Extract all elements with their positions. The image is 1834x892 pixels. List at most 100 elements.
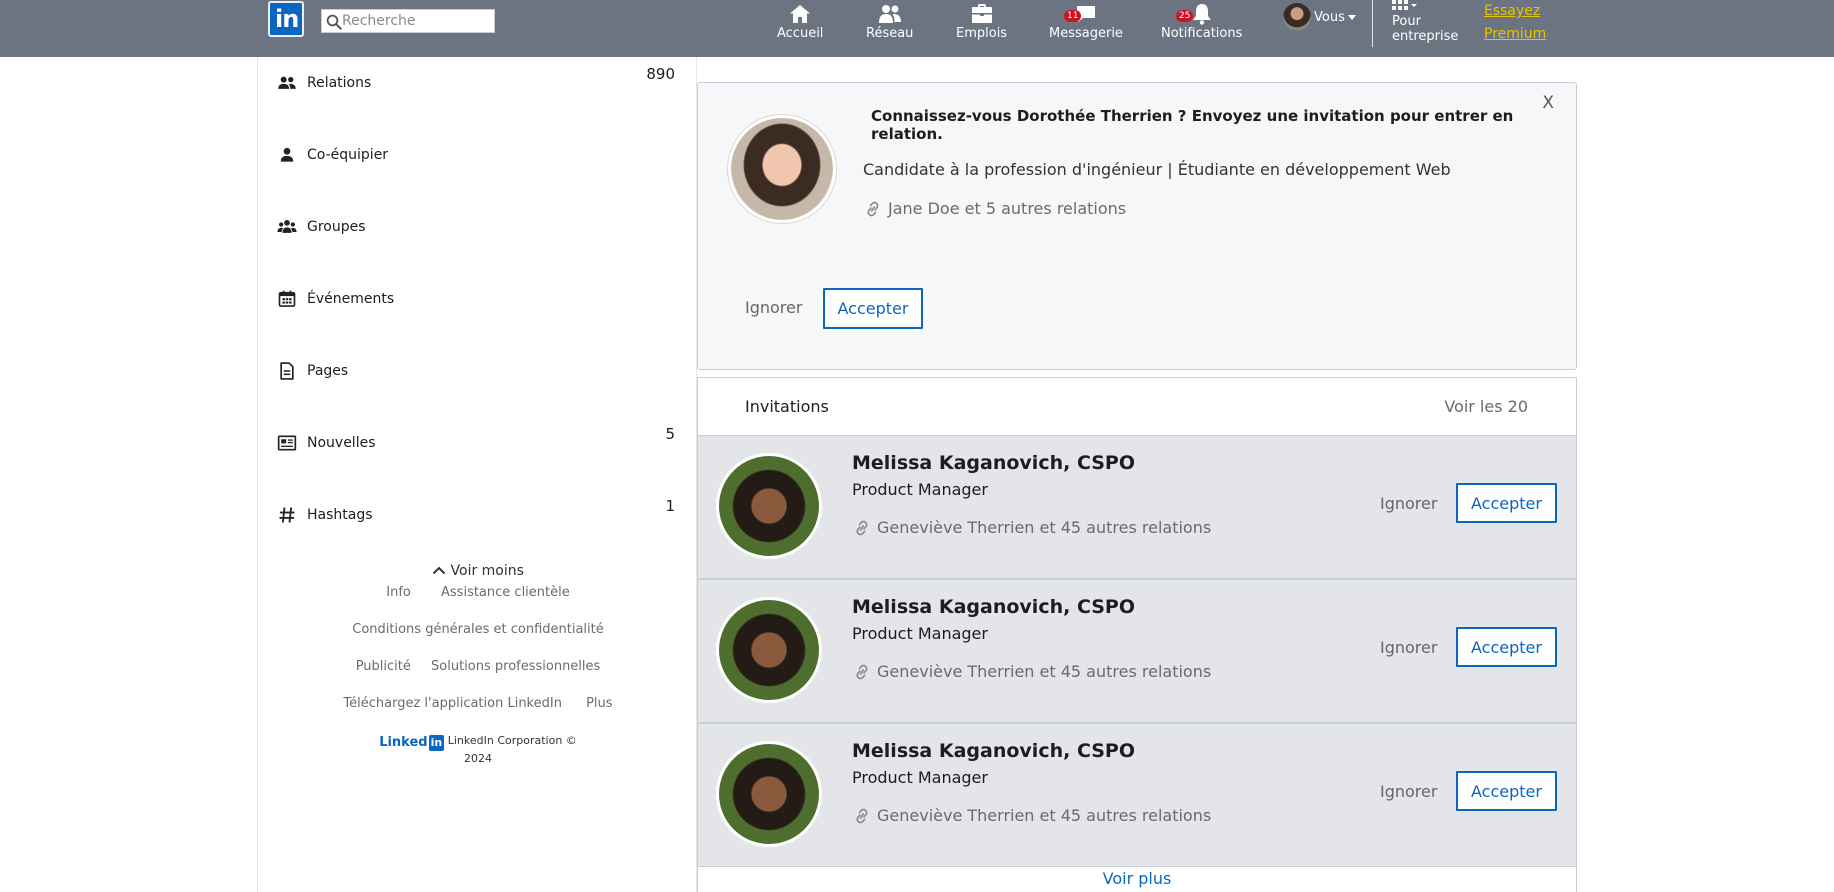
chevron-up-icon (432, 566, 446, 575)
footer-link-business-solutions[interactable]: Solutions professionnelles (431, 659, 600, 674)
see-all-invitations-link[interactable]: Voir les 20 (1444, 397, 1528, 416)
me-menu[interactable]: Vous (1283, 3, 1356, 31)
person-icon (280, 147, 294, 162)
logo-text: in (275, 5, 299, 33)
suggestion-profile-photo[interactable] (728, 115, 836, 223)
sidebar-item-news[interactable]: Nouvelles (277, 431, 677, 455)
invitations-title: Invitations (745, 397, 829, 416)
invitation-mutual-connections: Geneviève Therrien et 45 autres relation… (852, 806, 1211, 825)
link-icon (867, 201, 879, 216)
notifications-badge: 25 (1176, 10, 1194, 22)
suggestion-headline: Connaissez-vous Dorothée Therrien ? Envo… (871, 107, 1514, 143)
invitation-job: Product Manager (852, 768, 988, 787)
see-less-button[interactable]: Voir moins (258, 563, 698, 579)
page-icon (280, 362, 294, 380)
sidebar-item-events[interactable]: Événements (277, 287, 677, 311)
calendar-icon (278, 290, 296, 307)
sidebar-item-groups[interactable]: Groupes (277, 215, 677, 239)
copyright: Linked in LinkedIn Corporation © 2024 (258, 733, 698, 767)
invitation-ignore-button[interactable]: Ignorer (1380, 782, 1437, 801)
premium-line2: Premium (1484, 26, 1547, 42)
sidebar-item-pages[interactable]: Pages (277, 359, 677, 383)
invitation-row: Melissa Kaganovich, CSPO Product Manager… (697, 435, 1577, 579)
linkedin-wordmark-icon: Linked in (379, 735, 445, 751)
sidebar: Relations 890 Co-équipier Groupes Événem… (257, 57, 697, 892)
search-input[interactable] (342, 11, 492, 31)
invitation-ignore-button[interactable]: Ignorer (1380, 638, 1437, 657)
sidebar-item-relations[interactable]: Relations (277, 71, 677, 95)
invitation-mutual-connections: Geneviève Therrien et 45 autres relation… (852, 662, 1211, 681)
search-box (321, 9, 495, 33)
suggestion-mutual-connections: Jane Doe et 5 autres relations (863, 199, 1126, 218)
invitation-accept-button[interactable]: Accepter (1456, 627, 1557, 667)
copyright-line2: 2024 (464, 752, 492, 765)
footer-row-2: Conditions générales et confidentialité (258, 622, 698, 637)
nav-divider (1372, 0, 1373, 47)
nav-home[interactable]: Accueil (777, 1, 823, 53)
newspaper-icon (277, 435, 297, 451)
relations-count: 890 (646, 65, 675, 83)
copyright-line1: LinkedIn Corporation © (447, 734, 577, 747)
wordmark-box: in (428, 735, 445, 751)
try-premium-link[interactable]: Essayez Premium (1484, 0, 1546, 46)
linkedin-logo-icon[interactable]: in (268, 1, 304, 37)
messaging-badge: 11 (1064, 10, 1082, 22)
sidebar-item-label: Nouvelles (307, 435, 376, 451)
invitation-name[interactable]: Melissa Kaganovich, CSPO (852, 740, 1135, 762)
invitation-ignore-button[interactable]: Ignorer (1380, 494, 1437, 513)
network-icon (878, 5, 901, 23)
invitation-profile-photo[interactable] (716, 597, 822, 703)
footer-link-more[interactable]: Plus (586, 696, 612, 711)
footer-link-terms[interactable]: Conditions générales et confidentialité (352, 622, 604, 637)
footer-link-download-app[interactable]: Téléchargez l'application LinkedIn (343, 696, 562, 711)
news-count: 5 (665, 425, 675, 443)
bell-icon (1192, 4, 1211, 25)
invitation-mutual-text: Geneviève Therrien et 45 autres relation… (877, 806, 1212, 825)
see-less-label: Voir moins (450, 563, 524, 579)
suggestion-description: Candidate à la profession d'ingénieur | … (863, 160, 1451, 179)
briefcase-icon (971, 4, 992, 23)
invitation-name[interactable]: Melissa Kaganovich, CSPO (852, 596, 1135, 618)
sidebar-item-label: Événements (307, 291, 395, 307)
nav-jobs[interactable]: Emplois (956, 1, 1007, 53)
footer-row-3: Publicité Solutions professionnelles (258, 659, 698, 674)
nav-notifications[interactable]: Notifications 25 (1161, 1, 1242, 53)
chevron-down-icon (1347, 14, 1356, 20)
invitation-name[interactable]: Melissa Kaganovich, CSPO (852, 452, 1135, 474)
search-icon (326, 14, 342, 30)
nav-messaging-label: Messagerie (1049, 26, 1123, 41)
link-icon (856, 808, 868, 823)
footer-link-support[interactable]: Assistance clientèle (441, 585, 570, 600)
footer-link-ads[interactable]: Publicité (356, 659, 411, 674)
sidebar-item-coteammate[interactable]: Co-équipier (277, 143, 677, 167)
invitation-profile-photo[interactable] (716, 741, 822, 847)
invitation-mutual-text: Geneviève Therrien et 45 autres relation… (877, 518, 1212, 537)
invitations-header: Invitations Voir les 20 (697, 377, 1577, 436)
sidebar-item-label: Hashtags (307, 507, 373, 523)
business-menu[interactable]: Pour entreprise (1392, 0, 1458, 44)
nav-network[interactable]: Réseau (866, 1, 913, 53)
sidebar-item-label: Groupes (307, 219, 366, 235)
sidebar-item-hashtags[interactable]: Hashtags (277, 503, 677, 527)
invitation-accept-button[interactable]: Accepter (1456, 771, 1557, 811)
invitation-accept-button[interactable]: Accepter (1456, 483, 1557, 523)
nav-home-label: Accueil (777, 26, 824, 41)
nav-messaging[interactable]: Messagerie 11 (1049, 1, 1123, 53)
sidebar-item-label: Pages (307, 363, 349, 379)
invitation-mutual-connections: Geneviève Therrien et 45 autres relation… (852, 518, 1211, 537)
group-icon (277, 220, 297, 233)
suggestion-ignore-button[interactable]: Ignorer (745, 298, 802, 317)
people-icon (278, 76, 296, 89)
suggestion-card: X Connaissez-vous Dorothée Therrien ? En… (697, 82, 1577, 370)
invitation-profile-photo[interactable] (716, 453, 822, 559)
invitation-job: Product Manager (852, 624, 988, 643)
hashtags-count: 1 (665, 497, 675, 515)
nav-network-label: Réseau (866, 26, 914, 41)
sidebar-item-label: Co-équipier (307, 147, 389, 163)
suggestion-accept-button[interactable]: Accepter (823, 288, 923, 329)
top-navigation-bar: in Accueil Réseau Emplois Messagerie 11 (0, 0, 1834, 57)
see-more-button[interactable]: Voir plus (697, 867, 1577, 892)
user-avatar (1283, 3, 1311, 31)
link-icon (856, 520, 868, 535)
footer-link-info[interactable]: Info (386, 585, 411, 600)
